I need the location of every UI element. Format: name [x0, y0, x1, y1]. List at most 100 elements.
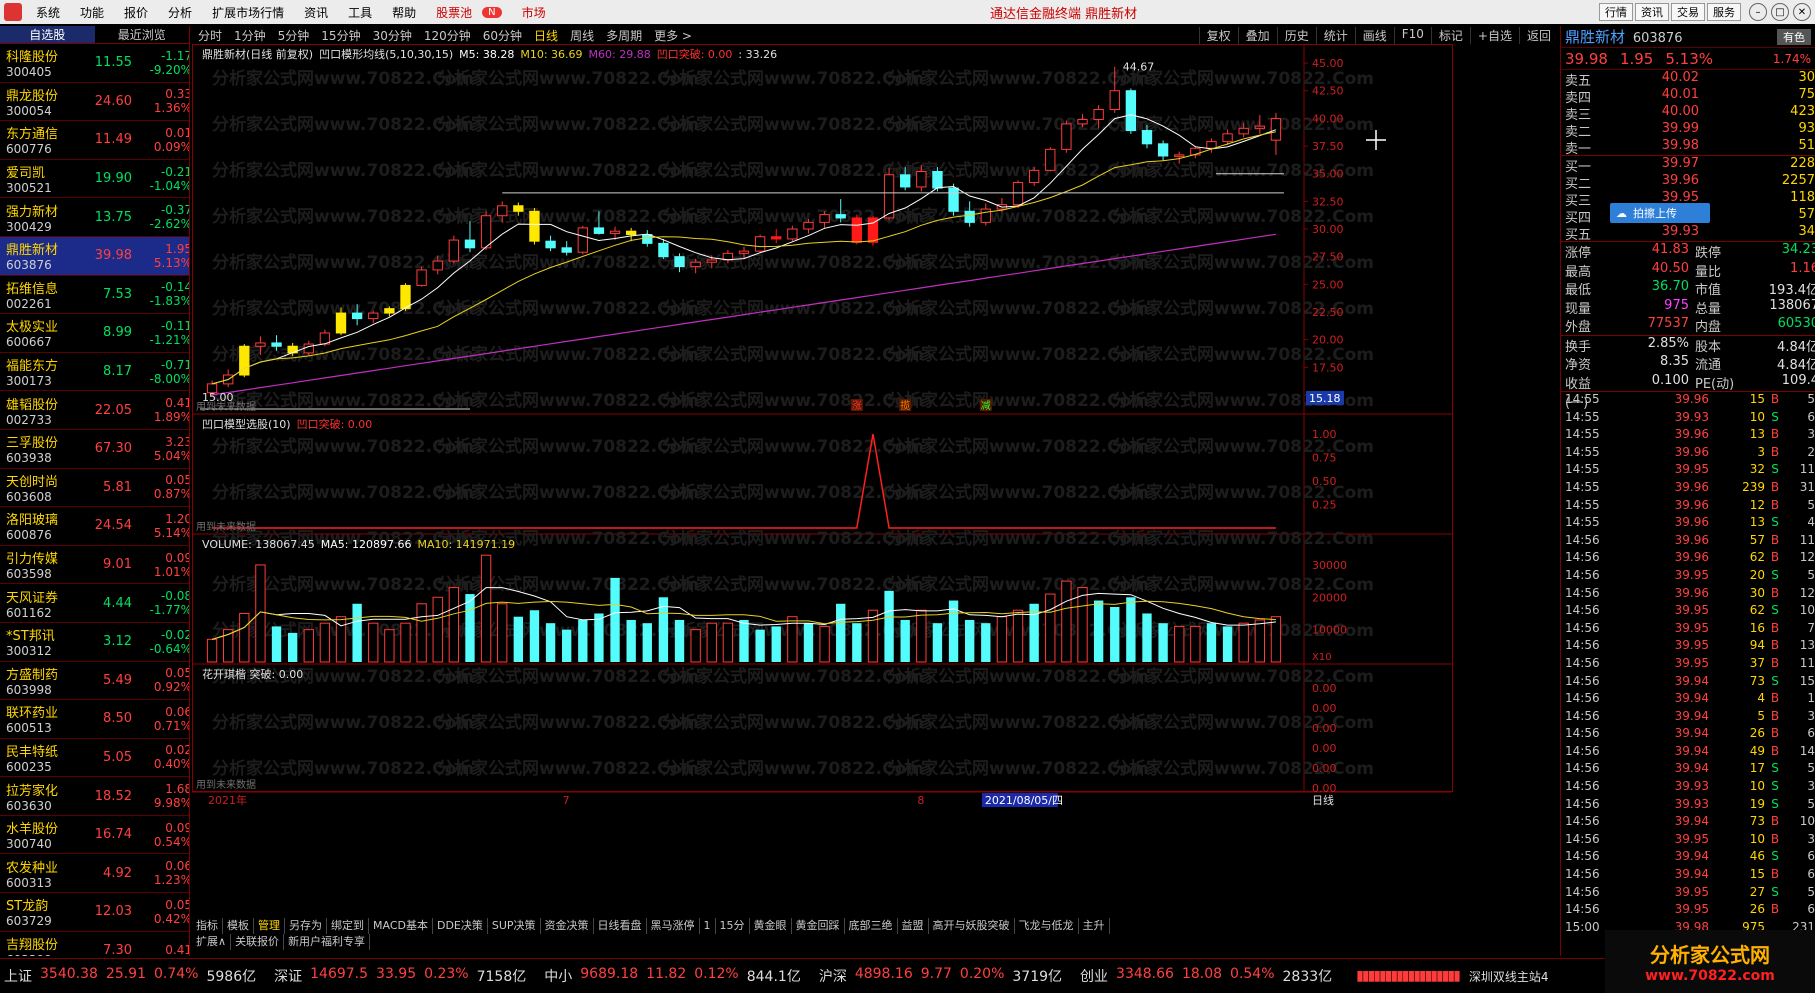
indicator-tab[interactable]: 模板 [223, 918, 254, 934]
menu-news[interactable]: 资讯 [294, 4, 338, 21]
watchlist-row[interactable]: 天创时尚 603608 5.81 0.05 0.87% [0, 469, 189, 508]
ask-row[interactable]: 卖三 40.00 423 [1561, 104, 1815, 123]
watchlist-row[interactable]: *ST邦讯 300312 3.12 -0.02 -0.64% [0, 623, 189, 662]
indicator-tab[interactable]: 另存为 [285, 918, 327, 934]
chart-tool-button[interactable]: 画线 [1354, 26, 1394, 44]
indicator-tab[interactable]: DDE决策 [433, 918, 488, 934]
chart-tool-button[interactable]: 复权 [1198, 26, 1238, 44]
watchlist-row[interactable]: 三孚股份 603938 67.30 3.23 5.04% [0, 430, 189, 469]
chart-tool-button[interactable]: +自选 [1469, 26, 1519, 44]
indicator-tab[interactable]: 管理 [254, 918, 285, 934]
top-btn-trade[interactable]: 交易 [1671, 3, 1705, 21]
watchlist-row[interactable]: 雄韬股份 002733 22.05 0.41 1.89% [0, 391, 189, 430]
watchlist-row[interactable]: 洛阳玻璃 600876 24.54 1.20 5.14% [0, 507, 189, 546]
bid-row[interactable]: 买二 39.96 2257 [1561, 173, 1815, 192]
indicator-tab-secondary[interactable]: 关联报价 [231, 934, 285, 950]
watchlist-row[interactable]: 爱司凯 300521 19.90 -0.21 -1.04% [0, 160, 189, 199]
period-tab[interactable]: 5分钟 [272, 27, 316, 44]
period-tab[interactable]: 日线 [528, 27, 564, 44]
indicator-tab[interactable]: 指标 [192, 918, 223, 934]
index-quote[interactable]: 上证 3540.38 25.91 0.74% 5986亿 [4, 966, 256, 986]
menu-function[interactable]: 功能 [70, 4, 114, 21]
indicator-tab[interactable]: 日线看盘 [594, 918, 647, 934]
minimize-icon[interactable]: – [1749, 3, 1767, 21]
chart-tool-button[interactable]: 统计 [1315, 26, 1355, 44]
bid-row[interactable]: 买五 39.93 34 [1561, 224, 1815, 243]
indicator-tab[interactable]: 黑马涨停 [647, 918, 700, 934]
chart-tool-button[interactable]: 返回 [1518, 26, 1558, 44]
period-tab[interactable]: 周线 [564, 27, 600, 44]
kline-chart[interactable]: 分析家公式网www.70822.Com分析家公式网www.70822.Com分析… [192, 44, 1558, 916]
menu-analysis[interactable]: 分析 [158, 4, 202, 21]
maximize-icon[interactable]: □ [1771, 3, 1789, 21]
menu-extended-market[interactable]: 扩展市场行情 [202, 4, 294, 21]
period-tab[interactable]: 30分钟 [367, 27, 418, 44]
watchlist-row[interactable]: ST龙韵 603729 12.03 0.05 0.42% [0, 893, 189, 932]
indicator-tab[interactable]: 益盟 [898, 918, 929, 934]
indicator-tab[interactable]: 底部三绝 [845, 918, 898, 934]
close-icon[interactable]: ✕ [1793, 3, 1811, 21]
period-tab[interactable]: 分时 [192, 27, 228, 44]
index-quote[interactable]: 深证 14697.5 33.95 0.23% 7158亿 [274, 966, 526, 986]
upload-button[interactable]: ☁ 拍擦上传 [1610, 203, 1710, 223]
watchlist-row[interactable]: 鼎龙股份 300054 24.60 0.33 1.36% [0, 83, 189, 122]
indicator-tab[interactable]: 1 [700, 918, 716, 934]
menu-market[interactable]: 市场 [512, 4, 556, 21]
tab-recent[interactable]: 最近浏览 [95, 26, 190, 43]
top-btn-quote[interactable]: 行情 [1599, 3, 1633, 21]
bid-row[interactable]: 买一 39.97 228 [1561, 156, 1815, 175]
indicator-tab[interactable]: 主升 [1079, 918, 1110, 934]
indicator-tab[interactable]: 15分 [716, 918, 750, 934]
menu-quote[interactable]: 报价 [114, 4, 158, 21]
watchlist-row[interactable]: 农发种业 600313 4.92 0.06 1.23% [0, 854, 189, 894]
chart-tool-button[interactable]: F10 [1393, 26, 1431, 44]
watchlist-row[interactable]: 吉翔股份603399 7.30 0.41 [0, 932, 189, 956]
period-tab[interactable]: 1分钟 [228, 27, 272, 44]
top-btn-news[interactable]: 资讯 [1635, 3, 1669, 21]
chart-tool-button[interactable]: 历史 [1276, 26, 1316, 44]
watchlist-row[interactable]: 东方通信 600776 11.49 0.01 0.09% [0, 121, 189, 160]
period-tab[interactable]: 更多 > [648, 27, 698, 44]
tab-watchlist[interactable]: 自选股 [0, 26, 95, 43]
watchlist-row[interactable]: 太极实业 600667 8.99 -0.11 -1.21% [0, 314, 189, 353]
indicator-tab[interactable]: 飞龙与低龙 [1015, 918, 1079, 934]
ask-row[interactable]: 卖二 39.99 93 [1561, 121, 1815, 140]
menu-system[interactable]: 系统 [26, 4, 70, 21]
top-btn-service[interactable]: 服务 [1707, 3, 1741, 21]
watchlist-row[interactable]: 天风证券 601162 4.44 -0.08 -1.77% [0, 584, 189, 623]
watchlist-row[interactable]: 鼎胜新材 603876 39.98 1.95 5.13% [0, 236, 189, 276]
indicator-tab-secondary[interactable]: 扩展∧ [192, 934, 232, 950]
indicator-tab[interactable]: MACD基本 [369, 918, 433, 934]
watchlist-row[interactable]: 拉芳家化 603630 18.52 1.68 9.98% [0, 777, 189, 816]
indicator-tab[interactable]: 高开与妖股突破 [929, 918, 1015, 934]
period-tab[interactable]: 60分钟 [477, 27, 528, 44]
watchlist-row[interactable]: 福能东方 300173 8.17 -0.71 -8.00% [0, 353, 189, 392]
index-quote[interactable]: 中小 9689.18 11.82 0.12% 844.1亿 [544, 966, 801, 986]
menu-tools[interactable]: 工具 [338, 4, 382, 21]
indicator-tab[interactable]: 资金决策 [541, 918, 594, 934]
period-tab[interactable]: 120分钟 [418, 27, 477, 44]
watchlist-row[interactable]: 民丰特纸 600235 5.05 0.02 0.40% [0, 739, 189, 778]
watchlist-row[interactable]: 引力传媒 603598 9.01 0.09 1.01% [0, 546, 189, 585]
index-quote[interactable]: 沪深 4898.16 9.77 0.20% 3719亿 [819, 966, 1062, 986]
watchlist-row[interactable]: 科隆股份 300405 11.55 -1.17 -9.20% [0, 44, 189, 83]
index-quote[interactable]: 创业 3348.66 18.08 0.54% 2833亿 [1080, 966, 1332, 986]
indicator-tab[interactable]: SUP决策 [488, 918, 541, 934]
menu-stock-pool[interactable]: 股票池 [426, 4, 482, 21]
chart-tool-button[interactable]: 标记 [1430, 26, 1470, 44]
watchlist-row[interactable]: 水羊股份 300740 16.74 0.09 0.54% [0, 816, 189, 855]
indicator-tab[interactable]: 绑定到 [327, 918, 369, 934]
watchlist-row[interactable]: 联环药业 600513 8.50 0.06 0.71% [0, 700, 189, 739]
ask-row[interactable]: 卖一 39.98 51 [1561, 138, 1815, 157]
indicator-tab[interactable]: 黄金回踩 [792, 918, 845, 934]
indicator-tab-secondary[interactable]: 新用户福利专享 [284, 934, 371, 950]
period-tab[interactable]: 多周期 [600, 27, 648, 44]
indicator-tab[interactable]: 黄金眼 [750, 918, 792, 934]
ask-row[interactable]: 卖四 40.01 75 [1561, 87, 1815, 106]
watchlist-row[interactable]: 方盛制药 603998 5.49 0.05 0.92% [0, 662, 189, 701]
chart-tool-button[interactable]: 叠加 [1237, 26, 1277, 44]
watchlist-row[interactable]: 强力新材 300429 13.75 -0.37 -2.62% [0, 198, 189, 237]
color-button[interactable]: 有色 [1777, 28, 1811, 45]
period-tab[interactable]: 15分钟 [315, 27, 366, 44]
ask-row[interactable]: 卖五 40.02 30 [1561, 70, 1815, 89]
